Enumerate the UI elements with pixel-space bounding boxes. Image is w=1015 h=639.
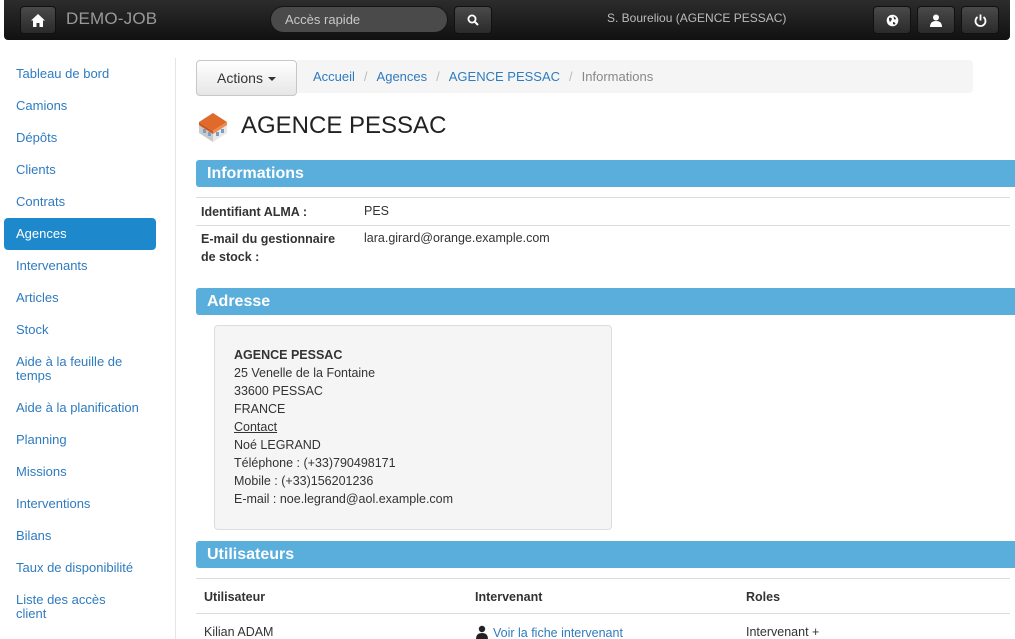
person-icon [476,625,488,639]
search-button[interactable] [454,6,492,34]
breadcrumb-separator: / [363,69,368,84]
sidebar-item-contrats[interactable]: Contrats [4,186,156,218]
page-title: AGENCE PESSAC [241,112,447,139]
section-header-adresse: Adresse [196,288,1015,315]
address-name: AGENCE PESSAC [234,348,343,362]
sidebar-item-aide-feuille-de-temps[interactable]: Aide à la feuille de temps [4,346,156,392]
logout-button[interactable] [961,6,999,34]
actions-dropdown-button[interactable]: Actions [196,60,297,96]
column-header-utilisateur[interactable]: Utilisateur [204,590,265,604]
sidebar-item-camions[interactable]: Camions [4,90,156,122]
profile-button[interactable] [917,6,955,34]
table-row: Kilian ADAM Voir la fiche intervenant In… [196,613,1010,639]
breadcrumb-separator: / [569,69,573,84]
home-button[interactable] [20,6,56,34]
sidebar-item-aide-planification[interactable]: Aide à la planification [4,392,156,424]
table-header-row: Utilisateur Intervenant Roles [196,578,1010,614]
column-header-roles[interactable]: Roles [746,590,780,604]
sidebar-item-articles[interactable]: Articles [4,282,156,314]
email-gestionnaire-label: E-mail du gestionnaire de stock : [201,232,336,264]
home-icon [31,13,45,27]
breadcrumb-agence[interactable]: AGENCE PESSAC [449,69,560,84]
agency-building-icon [199,113,227,142]
user-icon [930,14,942,27]
sidebar-divider [175,58,176,639]
address-country: FRANCE [234,402,286,416]
sidebar-item-intervenants[interactable]: Intervenants [4,250,156,282]
email-gestionnaire-value: lara.girard@orange.example.com [364,231,550,245]
breadcrumb-accueil[interactable]: Accueil [313,69,355,84]
sidebar-item-taux-disponibilite[interactable]: Taux de disponibilité [4,552,156,584]
identifiant-label: Identifiant ALMA : [201,205,307,219]
breadcrumb-separator: / [436,69,440,84]
globe-icon [886,14,898,26]
breadcrumb-current: Informations [581,69,654,84]
section-header-informations: Informations [196,160,1015,187]
breadcrumb: Accueil / Agences / AGENCE PESSAC / Info… [297,60,973,93]
language-button[interactable] [873,6,911,34]
cell-intervenant: Voir la fiche intervenant [475,625,623,639]
power-icon [974,14,986,27]
sidebar-item-interventions[interactable]: Interventions [4,488,156,520]
info-row-email: E-mail du gestionnaire de stock : lara.g… [196,225,1010,270]
sidebar-item-depots[interactable]: Dépôts [4,122,156,154]
sidebar-nav: Tableau de bord Camions Dépôts Clients C… [4,58,156,630]
section-header-utilisateurs: Utilisateurs [196,541,1015,568]
sidebar-item-agences[interactable]: Agences [4,218,156,250]
actions-label: Actions [217,70,263,86]
address-city: 33600 PESSAC [234,384,323,398]
address-street: 25 Venelle de la Fontaine [234,366,376,380]
info-row-identifiant: Identifiant ALMA : PES [196,197,1010,225]
view-intervenant-link[interactable]: Voir la fiche intervenant [493,626,623,639]
cell-utilisateur: Kilian ADAM [204,625,274,639]
sidebar-item-stock[interactable]: Stock [4,314,156,346]
sidebar-item-liste-acces-client[interactable]: Liste des accès client [4,584,156,630]
caret-down-icon [267,77,276,81]
sidebar-item-planning[interactable]: Planning [4,424,156,456]
contact-email: E-mail : noe.legrand@aol.example.com [234,492,454,506]
cell-roles: Intervenant + [746,625,820,639]
contact-mobile: Mobile : (+33)156201236 [234,474,374,488]
identifiant-value: PES [364,204,390,218]
contact-phone: Téléphone : (+33)790498171 [234,456,396,470]
sidebar-item-clients[interactable]: Clients [4,154,156,186]
sidebar-item-tableau-de-bord[interactable]: Tableau de bord [4,58,156,90]
quick-access-input[interactable] [270,6,448,33]
column-header-intervenant[interactable]: Intervenant [475,590,542,604]
sidebar-item-bilans[interactable]: Bilans [4,520,156,552]
brand-name[interactable]: DEMO-JOB [66,9,157,29]
breadcrumb-agences[interactable]: Agences [377,69,428,84]
top-navbar: DEMO-JOB S. Boureliou (AGENCE PESSAC) [4,0,1010,40]
search-icon [467,14,479,26]
contact-name: Noé LEGRAND [234,438,321,452]
sidebar-item-missions[interactable]: Missions [4,456,156,488]
contact-heading: Contact [234,420,278,434]
current-user: S. Boureliou (AGENCE PESSAC) [607,11,787,25]
address-card: AGENCE PESSAC 25 Venelle de la Fontaine … [214,325,612,530]
